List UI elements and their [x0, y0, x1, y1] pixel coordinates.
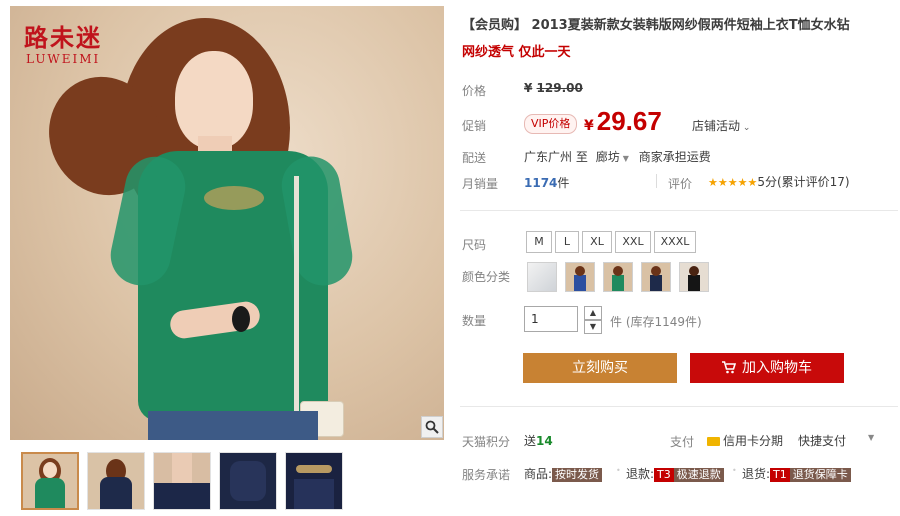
brand-logo-en: LUWEIMI — [26, 52, 101, 66]
service-item-ship[interactable]: 商品: 按时发货 — [524, 465, 603, 482]
buy-now-button[interactable]: 立刻购买 — [523, 353, 677, 383]
service-ship-tag: 按时发货 — [552, 468, 603, 482]
shop-activity-dropdown[interactable]: 店铺活动 ⌄ — [692, 117, 750, 134]
color-swatch-black[interactable] — [679, 262, 709, 292]
zoom-icon[interactable] — [421, 416, 443, 438]
credit-card-icon — [707, 437, 720, 446]
service-refund-prefix: 退款: — [626, 467, 655, 481]
sales-count: 1174 — [524, 176, 558, 190]
promo-price: ¥29.67 — [584, 106, 662, 137]
payment-more-caret-icon[interactable]: ▼ — [868, 433, 874, 442]
service-refund-code: T3 — [654, 468, 674, 482]
service-item-refund[interactable]: 退款: T3 极速退款 — [626, 465, 724, 482]
credit-card-label: 信用卡分期 — [723, 434, 784, 448]
service-return-tag: 退货保障卡 — [789, 468, 851, 482]
quantity-increase-icon[interactable]: ▲ — [584, 306, 602, 320]
cart-icon — [722, 355, 737, 385]
thumbnail-4[interactable] — [219, 452, 277, 510]
promo-label: 促销 — [462, 119, 487, 133]
size-option-xl[interactable]: XL — [582, 231, 612, 253]
original-price-value: 129.00 — [536, 81, 583, 95]
delivery-to-word: 至 — [575, 150, 588, 164]
original-price-currency: ¥ — [524, 81, 533, 95]
add-to-cart-button[interactable]: 加入购物车 — [690, 353, 844, 383]
rating-label: 评价 — [668, 177, 693, 191]
service-ship-prefix: 商品: — [524, 467, 553, 481]
sales-unit: 件 — [557, 176, 570, 190]
delivery-destination: 廊坊 — [595, 150, 620, 164]
size-option-l[interactable]: L — [555, 231, 579, 253]
size-label: 尺码 — [462, 238, 487, 252]
points-label: 天猫积分 — [462, 435, 511, 449]
sales-info: 1174件 — [524, 174, 569, 191]
stock-info: 件 (库存1149件) — [610, 315, 702, 329]
shop-activity-label: 店铺活动 — [692, 119, 741, 133]
color-swatch-navy[interactable] — [641, 262, 671, 292]
promo-price-value: 29.67 — [596, 106, 662, 136]
bullet-separator: • — [732, 466, 737, 475]
points-prefix: 送 — [524, 434, 537, 448]
divider — [460, 406, 898, 407]
caret-down-icon: ▼ — [622, 154, 629, 163]
delivery-info: 广东广州 至 廊坊 ▼ 商家承担运费 — [524, 148, 711, 165]
brand-logo: 路未迷 LUWEIMI — [24, 23, 102, 67]
rating-link[interactable]: ★★★★★5分(累计评价17) — [708, 173, 850, 190]
brand-logo-cn: 路未迷 — [24, 23, 102, 52]
chevron-down-icon: ⌄ — [740, 123, 751, 133]
main-product-image: 路未迷 LUWEIMI — [10, 6, 444, 440]
credit-card-installment[interactable]: 信用卡分期 — [707, 432, 783, 449]
promo-currency: ¥ — [584, 118, 594, 134]
delivery-from: 广东广州 — [524, 150, 573, 164]
payment-label: 支付 — [670, 435, 695, 449]
service-return-prefix: 退货: — [742, 467, 771, 481]
divider — [460, 210, 898, 211]
thumbnail-3[interactable] — [153, 452, 211, 510]
buy-now-label: 立刻购买 — [572, 360, 628, 376]
color-swatch-white[interactable] — [527, 262, 557, 292]
rating-score: 5分(累计评价17) — [757, 175, 850, 189]
product-subtitle: 网纱透气 仅此一天 — [462, 45, 571, 60]
thumbnail-1[interactable] — [21, 452, 79, 510]
color-label: 颜色分类 — [462, 270, 511, 284]
color-swatch-blue[interactable] — [565, 262, 595, 292]
bullet-separator: • — [616, 466, 621, 475]
quantity-label: 数量 — [462, 314, 487, 328]
service-item-return[interactable]: 退货: T1 退货保障卡 — [742, 465, 851, 482]
color-swatch-green[interactable] — [603, 262, 633, 292]
thumbnail-2[interactable] — [87, 452, 145, 510]
original-price: ¥ 129.00 — [524, 81, 583, 95]
divider-vertical — [656, 174, 657, 188]
points-info: 送14 — [524, 432, 553, 449]
service-return-code: T1 — [770, 468, 790, 482]
add-to-cart-label: 加入购物车 — [742, 360, 812, 376]
size-option-xxl[interactable]: XXL — [615, 231, 651, 253]
product-title: 【会员购】 2013夏装新款女装韩版网纱假两件短袖上衣T恤女水钻 — [462, 18, 850, 33]
thumbnail-5[interactable] — [285, 452, 343, 510]
service-refund-tag: 极速退款 — [673, 468, 724, 482]
delivery-fee: 商家承担运费 — [638, 150, 711, 164]
size-option-xxxl[interactable]: XXXL — [654, 231, 696, 253]
size-option-m[interactable]: M — [526, 231, 552, 253]
price-label: 价格 — [462, 84, 487, 98]
service-label: 服务承诺 — [462, 468, 511, 482]
quantity-input[interactable] — [524, 306, 578, 332]
quick-pay[interactable]: 快捷支付 — [798, 432, 846, 449]
vip-price-badge: VIP价格 — [524, 114, 578, 134]
delivery-label: 配送 — [462, 151, 487, 165]
quantity-decrease-icon[interactable]: ▼ — [584, 320, 602, 334]
delivery-destination-select[interactable]: 廊坊 ▼ — [596, 150, 629, 164]
points-value: 14 — [536, 434, 553, 448]
rating-stars: ★★★★★ — [708, 176, 758, 189]
sales-label: 月销量 — [462, 177, 499, 191]
